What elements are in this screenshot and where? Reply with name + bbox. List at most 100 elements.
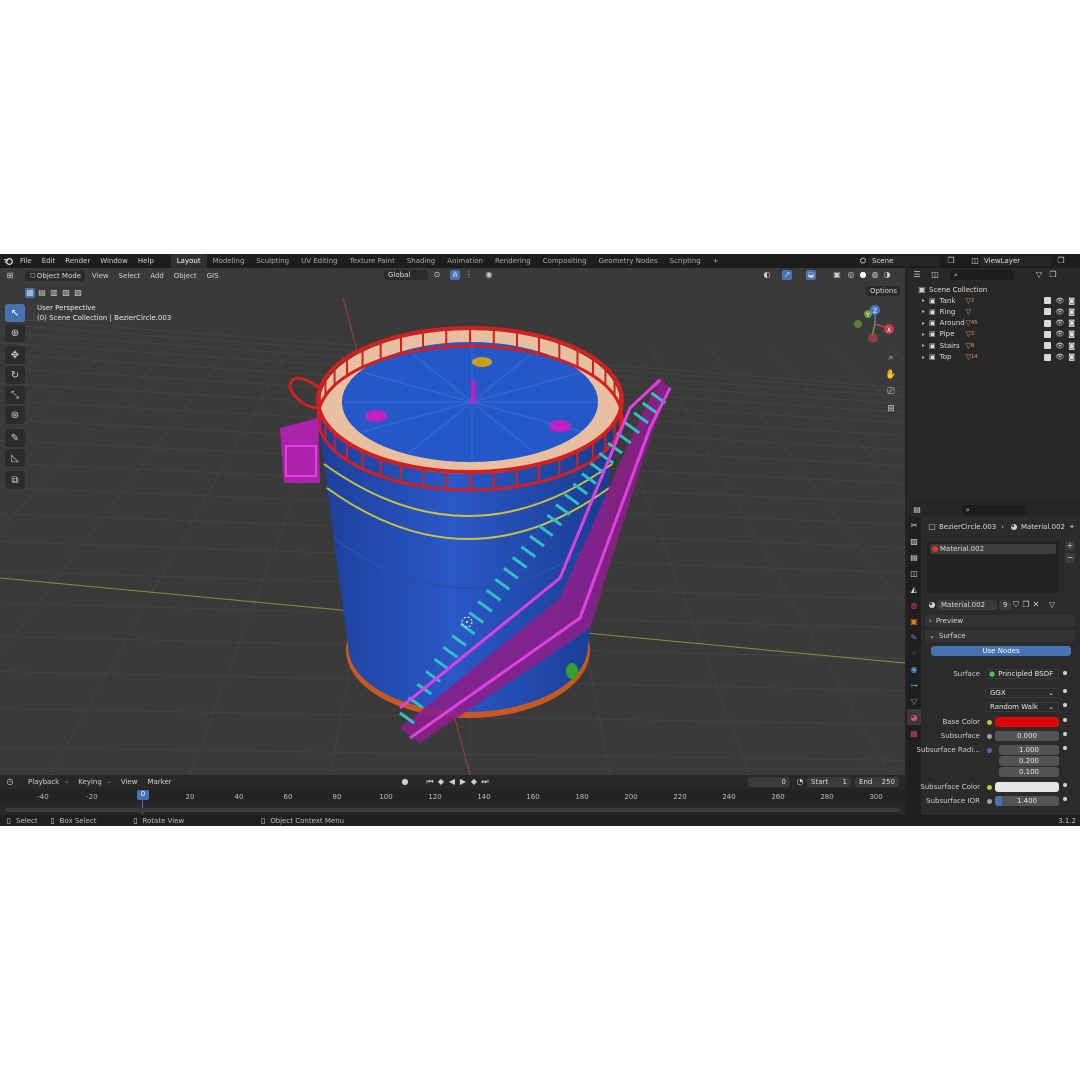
clock-icon[interactable]: ◷ [5, 777, 15, 787]
jump-end-icon[interactable]: ⏭ [480, 777, 490, 787]
render-camera-icon[interactable]: ◙ [1068, 308, 1075, 316]
tab-texture-paint[interactable]: Texture Paint [344, 254, 401, 268]
radius-z-field[interactable]: 0.100 [999, 767, 1059, 777]
output-tab[interactable]: ▤ [907, 549, 921, 565]
outliner-item-top[interactable]: ▸ ▣ Top ▽ 14 👁 ◙ [907, 352, 1080, 363]
perspective-toggle-button[interactable]: ⊞ [884, 402, 898, 416]
eye-icon[interactable]: 👁 [1055, 342, 1064, 350]
orientation-selector[interactable]: Global [384, 270, 428, 280]
viewport-menu-select[interactable]: Select [114, 272, 146, 280]
select-new-icon[interactable]: ▦ [25, 288, 35, 298]
subsurface-field[interactable]: 0.000 [995, 731, 1059, 741]
menu-help[interactable]: Help [133, 257, 159, 265]
remove-slot-icon[interactable]: − [1065, 553, 1075, 563]
subsurface-socket-icon[interactable] [987, 734, 992, 739]
viewport-menu-gis[interactable]: GIS [202, 272, 224, 280]
new-view-layer-icon[interactable]: ❐ [1056, 256, 1066, 266]
timeline-menu-playback[interactable]: Playback [23, 778, 64, 786]
scene-tab[interactable]: ◭ [907, 581, 921, 597]
tab-animation[interactable]: Animation [441, 254, 489, 268]
link-socket-icon[interactable] [1063, 783, 1067, 787]
world-tab[interactable]: ◍ [907, 597, 921, 613]
play-reverse-icon[interactable]: ◀ [447, 777, 457, 787]
shading-rendered-icon[interactable]: ◑ [882, 270, 892, 280]
base-color-socket-icon[interactable] [987, 720, 992, 725]
link-socket-icon[interactable] [1063, 718, 1067, 722]
transform-tool-button[interactable]: ⊛ [5, 406, 25, 424]
select-subtract-icon[interactable]: ▥ [49, 288, 59, 298]
rotate-tool-button[interactable]: ↻ [5, 366, 25, 384]
tab-uv-editing[interactable]: UV Editing [295, 254, 344, 268]
shading-solid-icon[interactable]: ● [858, 270, 868, 280]
tab-layout[interactable]: Layout [170, 254, 207, 268]
play-icon[interactable]: ▶ [458, 777, 468, 787]
scene-selector[interactable]: Scene [868, 256, 940, 266]
scale-tool-button[interactable]: ⤡ [5, 386, 25, 404]
link-socket-icon[interactable] [1063, 797, 1067, 801]
object-tab[interactable]: ▣ [907, 613, 921, 629]
3d-viewport[interactable]: Z X Y ⊞ ▢ Object Mode View Select Add Objec… [0, 268, 905, 775]
exclude-checkbox[interactable] [1044, 297, 1052, 304]
zoom-button[interactable]: ⌕ [884, 351, 898, 365]
annotate-tool-button[interactable]: ✎ [5, 429, 25, 447]
overlay-toggle-icon[interactable]: ◒ [806, 270, 816, 280]
outliner-item-ring[interactable]: ▸ ▣ Ring ▽ 👁 ◙ [907, 306, 1080, 317]
outliner-item-around[interactable]: ▸ ▣ Around ▽ 45 👁 ◙ [907, 318, 1080, 329]
pan-button[interactable]: ✋ [884, 368, 898, 382]
render-camera-icon[interactable]: ◙ [1068, 342, 1075, 350]
radius-x-field[interactable]: 1.000 [999, 745, 1059, 755]
stopwatch-icon[interactable]: ◔ [795, 777, 805, 787]
expand-arrow-icon[interactable]: ▸ [922, 320, 925, 327]
eye-icon[interactable]: 👁 [1055, 297, 1064, 305]
menu-edit[interactable]: Edit [37, 257, 61, 265]
select-difference-icon[interactable]: ▧ [61, 288, 71, 298]
outliner-item-pipe[interactable]: ▸ ▣ Pipe ▽ 3 👁 ◙ [907, 329, 1080, 340]
material-tab[interactable]: ◕ [907, 709, 921, 725]
gizmo-toggle-icon[interactable]: ↗ [782, 270, 792, 280]
blender-logo-icon[interactable] [3, 256, 13, 266]
radius-y-field[interactable]: 0.200 [999, 756, 1059, 766]
surface-panel-header[interactable]: ⌄ Surface [925, 630, 1075, 642]
outliner-item-tank[interactable]: ▸ ▣ Tank ▽ 2 👁 ◙ [907, 295, 1080, 306]
current-frame-field[interactable]: 0 [748, 777, 790, 787]
material-slot-row[interactable]: ● Material.002 [930, 544, 1056, 554]
subsurface-ior-socket-icon[interactable] [987, 799, 992, 804]
display-mode-icon[interactable]: ◫ [930, 270, 940, 280]
material-filter-icon[interactable]: ▽ [1047, 600, 1057, 610]
menu-window[interactable]: Window [95, 257, 133, 265]
exclude-checkbox[interactable] [1044, 353, 1052, 361]
outliner-search[interactable]: ⌕ [950, 270, 1014, 280]
link-socket-icon[interactable] [1063, 671, 1067, 675]
subsurface-color-swatch[interactable] [995, 782, 1059, 792]
render-camera-icon[interactable]: ◙ [1068, 330, 1075, 338]
next-keyframe-icon[interactable]: ◆ [469, 777, 479, 787]
tab-shading[interactable]: Shading [401, 254, 441, 268]
viewport-menu-add[interactable]: Add [145, 272, 169, 280]
render-camera-icon[interactable]: ◙ [1068, 353, 1075, 361]
exclude-checkbox[interactable] [1044, 308, 1052, 316]
pivot-icon[interactable]: ⊙ [432, 270, 442, 280]
timeline-menu-marker[interactable]: Marker [142, 778, 176, 786]
visibility-icon[interactable]: ◐ [762, 270, 772, 280]
physics-tab[interactable]: ◉ [907, 661, 921, 677]
xray-icon[interactable]: ▣ [832, 270, 842, 280]
prev-keyframe-icon[interactable]: ◆ [436, 777, 446, 787]
filter-icon[interactable]: ▽ [1034, 270, 1044, 280]
expand-arrow-icon[interactable]: ▸ [922, 342, 925, 349]
link-socket-icon[interactable] [1063, 703, 1067, 707]
browse-material-icon[interactable]: ◕ [927, 600, 937, 610]
add-cube-tool-button[interactable]: ⧉ [5, 471, 25, 489]
timeline-scrollbar[interactable] [5, 808, 900, 812]
tab-scripting[interactable]: Scripting [664, 254, 707, 268]
subsurface-color-socket-icon[interactable] [987, 785, 992, 790]
link-socket-icon[interactable] [1063, 732, 1067, 736]
shading-wireframe-icon[interactable]: ◎ [846, 270, 856, 280]
mode-selector[interactable]: ▢ Object Mode [25, 270, 85, 281]
particles-tab[interactable]: ⁘ [907, 645, 921, 661]
distribution-select[interactable]: GGX ⌄ [985, 688, 1059, 698]
link-socket-icon[interactable] [1063, 746, 1067, 750]
use-nodes-button[interactable]: Use Nodes [931, 646, 1071, 656]
expand-arrow-icon[interactable]: ▸ [922, 354, 925, 361]
menu-render[interactable]: Render [60, 257, 95, 265]
tab-sculpting[interactable]: Sculpting [250, 254, 295, 268]
